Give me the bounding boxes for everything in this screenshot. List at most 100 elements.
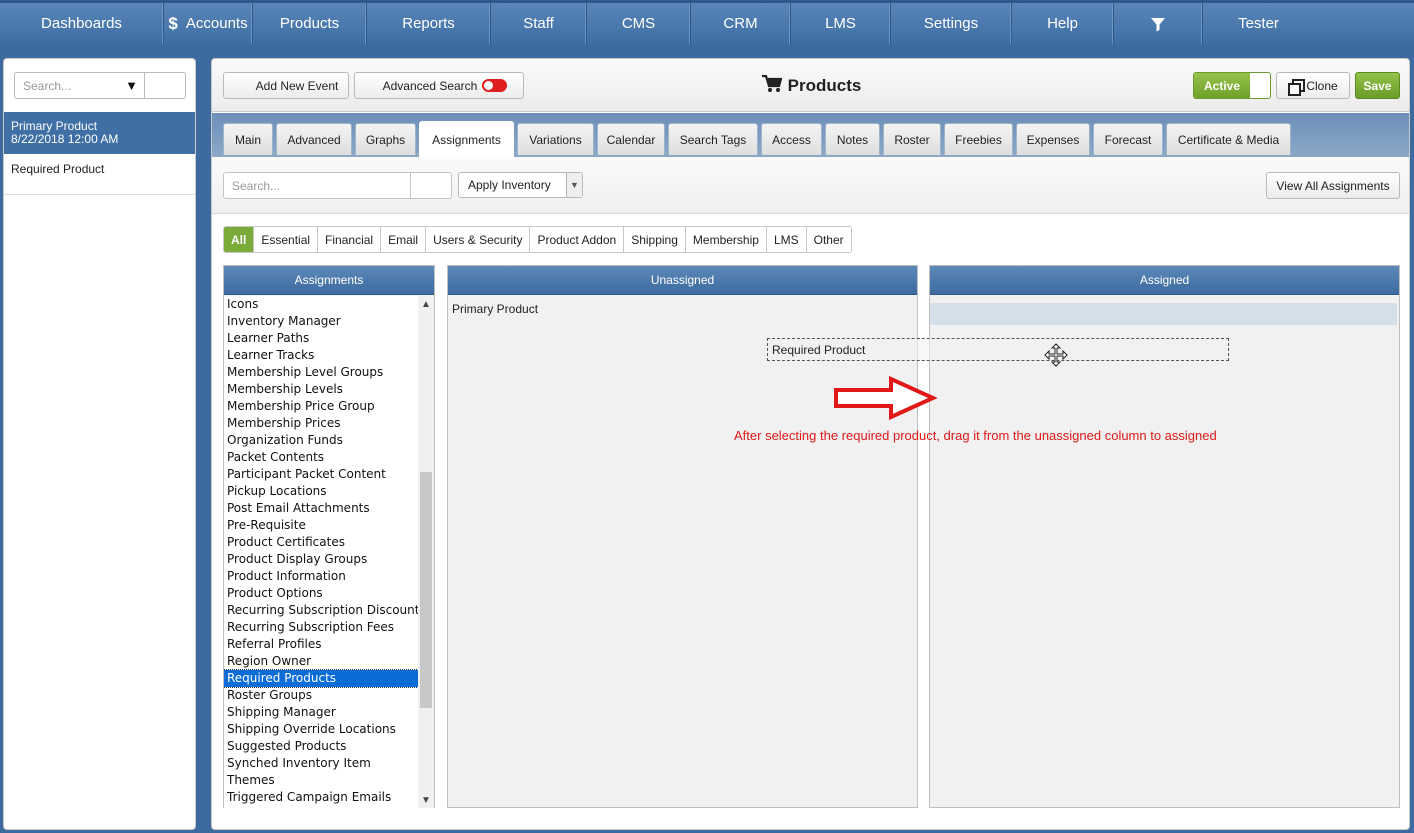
assignment-list-item[interactable]: Inventory Manager xyxy=(224,313,418,330)
tab-forecast[interactable]: Forecast xyxy=(1093,123,1163,155)
filter-all[interactable]: All xyxy=(224,227,255,252)
assignment-list-item[interactable]: Synched Inventory Item xyxy=(224,755,418,772)
tab-graphs[interactable]: Graphs xyxy=(355,123,416,155)
tab-certificate-media[interactable]: Certificate & Media xyxy=(1166,123,1291,155)
scroll-down-icon[interactable]: ▼ xyxy=(418,792,434,808)
assignment-list-item[interactable]: Product Information xyxy=(224,568,418,585)
nav-reports[interactable]: Reports xyxy=(367,3,491,44)
tab-expenses[interactable]: Expenses xyxy=(1016,123,1090,155)
assignment-list-item[interactable]: Product Display Groups xyxy=(224,551,418,568)
nav-accounts[interactable]: $ Accounts xyxy=(164,3,253,44)
tab-freebies[interactable]: Freebies xyxy=(944,123,1013,155)
filter-product-addon[interactable]: Product Addon xyxy=(530,227,625,252)
chevron-down-icon[interactable]: ▼ xyxy=(566,173,582,197)
filter-other[interactable]: Other xyxy=(806,227,851,252)
filter-lms[interactable]: LMS xyxy=(766,227,807,252)
assignments-list[interactable]: Icons Inventory Manager Learner Paths Learn… xyxy=(224,296,418,808)
assignment-list-item[interactable]: Pre-Requisite xyxy=(224,517,418,534)
dragging-item[interactable]: Required Product xyxy=(767,338,1229,361)
nav-help[interactable]: Help xyxy=(1012,3,1114,44)
tab-search-tags[interactable]: Search Tags xyxy=(668,123,758,155)
assignment-list-item[interactable]: Membership Levels xyxy=(224,381,418,398)
assignment-list-item[interactable]: Product Options xyxy=(224,585,418,602)
clone-button[interactable]: Clone xyxy=(1276,72,1350,99)
assignment-list-item[interactable]: Triggered Campaign Emails xyxy=(224,789,418,806)
assignment-list-item[interactable]: Learner Paths xyxy=(224,330,418,347)
sidebar-search: Search... ▼ xyxy=(14,72,186,99)
filter-financial[interactable]: Financial xyxy=(318,227,382,252)
assigned-drop-target[interactable] xyxy=(930,303,1397,325)
tab-assignments[interactable]: Assignments xyxy=(419,121,514,157)
nav-staff[interactable]: Staff xyxy=(491,3,587,44)
filter-users-security[interactable]: Users & Security xyxy=(426,227,531,252)
filter-membership[interactable]: Membership xyxy=(685,227,767,252)
page-title-text: Products xyxy=(787,76,862,95)
sidebar-item-required-product[interactable]: Required Product xyxy=(4,154,195,195)
unassigned-item-primary-product[interactable]: Primary Product xyxy=(452,302,538,316)
caret-down-icon[interactable]: ▼ xyxy=(125,78,144,93)
filter-button[interactable] xyxy=(1114,3,1203,44)
assignment-list-item[interactable]: Participant Packet Content xyxy=(224,466,418,483)
filter-shipping[interactable]: Shipping xyxy=(624,227,686,252)
nav-products[interactable]: Products xyxy=(253,3,367,44)
sidebar-search-placeholder: Search... xyxy=(23,78,72,93)
assignment-list-item[interactable]: Shipping Override Locations xyxy=(224,721,418,738)
tab-main[interactable]: Main xyxy=(223,123,273,155)
assignment-list-item[interactable]: Suggested Products xyxy=(224,738,418,755)
annotation-arrow-icon xyxy=(834,376,937,420)
nav-crm[interactable]: CRM xyxy=(691,3,791,44)
assignment-list-item[interactable]: Roster Groups xyxy=(224,687,418,704)
assignment-list-item[interactable]: Membership Price Group xyxy=(224,398,418,415)
assignment-list-item[interactable]: Packet Contents xyxy=(224,449,418,466)
clone-icon xyxy=(1288,78,1306,96)
active-toggle[interactable]: Active xyxy=(1193,72,1271,99)
sidebar-item-primary-product[interactable]: Primary Product 8/22/2018 12:00 AM xyxy=(4,112,195,154)
tab-roster[interactable]: Roster xyxy=(883,123,941,155)
assignment-list-item[interactable]: Learner Tracks xyxy=(224,347,418,364)
scrollbar-thumb[interactable] xyxy=(420,472,432,708)
assignment-list-item[interactable]: Recurring Subscription Fees xyxy=(224,619,418,636)
assignment-list-item[interactable]: Region Owner xyxy=(224,653,418,670)
unassigned-header: Unassigned xyxy=(448,266,917,295)
assignment-list-item[interactable]: Post Email Attachments xyxy=(224,500,418,517)
active-label: Active xyxy=(1194,73,1250,98)
user-menu[interactable]: Tester xyxy=(1203,3,1314,44)
top-nav: Dashboards $ Accounts Products Reports St… xyxy=(0,0,1414,44)
assignment-list-item[interactable]: Pickup Locations xyxy=(224,483,418,500)
assignments-header: Assignments xyxy=(224,266,434,295)
nav-settings[interactable]: Settings xyxy=(891,3,1012,44)
assignment-list-item[interactable]: Required Products xyxy=(224,669,418,688)
scroll-up-icon[interactable]: ▲ xyxy=(418,296,434,312)
assignment-list-item[interactable]: Product Certificates xyxy=(224,534,418,551)
nav-dashboards[interactable]: Dashboards xyxy=(0,3,164,44)
sidebar-item-date: 8/22/2018 12:00 AM xyxy=(11,132,119,146)
clone-label: Clone xyxy=(1306,78,1338,93)
assignment-list-item[interactable]: Icons xyxy=(224,296,418,313)
sidebar-search-button[interactable] xyxy=(145,72,186,99)
tab-variations[interactable]: Variations xyxy=(517,123,594,155)
nav-cms[interactable]: CMS xyxy=(587,3,691,44)
assignments-scrollbar[interactable]: ▲ ▼ xyxy=(418,296,434,808)
assignment-list-item[interactable]: Referral Profiles xyxy=(224,636,418,653)
assignment-list-item[interactable]: Themes xyxy=(224,772,418,789)
assignment-list-item[interactable]: Membership Level Groups xyxy=(224,364,418,381)
nav-lms[interactable]: LMS xyxy=(791,3,891,44)
move-cursor-icon xyxy=(1044,343,1068,367)
view-all-assignments-button[interactable]: View All Assignments xyxy=(1266,172,1400,199)
tab-calendar[interactable]: Calendar xyxy=(597,123,665,155)
save-button[interactable]: Save xyxy=(1355,72,1400,99)
sidebar-search-input[interactable]: Search... ▼ xyxy=(14,72,145,99)
assignment-list-item[interactable]: Organization Funds xyxy=(224,432,418,449)
tab-advanced[interactable]: Advanced xyxy=(276,123,352,155)
apply-inventory-select[interactable]: Apply Inventory ▼ xyxy=(458,172,583,198)
assignment-list-item[interactable]: Shipping Manager xyxy=(224,704,418,721)
filter-essential[interactable]: Essential xyxy=(254,227,319,252)
assignment-list-item[interactable]: Recurring Subscription Discounts xyxy=(224,602,418,619)
filter-email[interactable]: Email xyxy=(381,227,427,252)
assignment-list-item[interactable]: Membership Prices xyxy=(224,415,418,432)
tab-notes[interactable]: Notes xyxy=(825,123,880,155)
assigned-header: Assigned xyxy=(930,266,1399,295)
assignments-search-button[interactable] xyxy=(411,172,452,199)
tab-access[interactable]: Access xyxy=(761,123,822,155)
assignments-search-input[interactable]: Search... xyxy=(223,172,411,199)
